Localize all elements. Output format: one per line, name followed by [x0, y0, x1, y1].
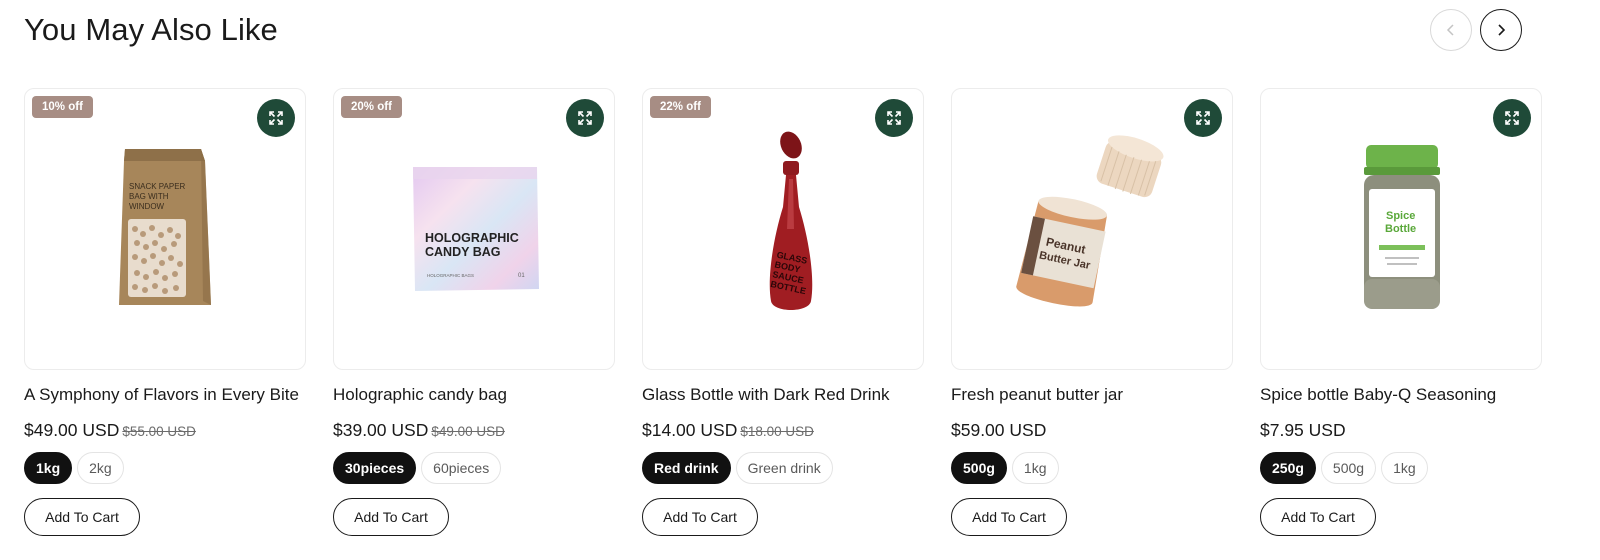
variant-option[interactable]: 1kg [1381, 452, 1428, 484]
sale-price: $14.00 USD [642, 420, 738, 440]
variant-option[interactable]: 500g [951, 452, 1007, 484]
product-card: Peanut Butter Jar Fresh peanut butter ja… [951, 88, 1233, 536]
svg-text:SNACK PAPER: SNACK PAPER [129, 182, 186, 191]
add-to-cart-button[interactable]: Add To Cart [333, 498, 449, 536]
variant-selector: Red drink Green drink [642, 452, 833, 484]
section-title: You May Also Like [24, 12, 278, 47]
variant-option[interactable]: 60pieces [421, 452, 502, 484]
variant-option[interactable]: 500g [1320, 452, 1377, 484]
quick-view-button[interactable] [875, 99, 913, 137]
expand-icon [1196, 111, 1210, 125]
product-title[interactable]: Spice bottle Baby-Q Seasoning [1260, 385, 1496, 405]
sale-price: $39.00 USD [333, 420, 429, 440]
add-to-cart-button[interactable]: Add To Cart [24, 498, 140, 536]
product-card: HOLOGRAPHIC CANDY BAG HOLOGRAPHIC BAGS 0… [333, 88, 615, 536]
svg-text:CANDY BAG: CANDY BAG [425, 245, 500, 259]
product-image-frame[interactable]: GLASS BODY SAUCE BOTTLE 22% off [642, 88, 924, 370]
product-card: SNACK PAPER BAG WITH WINDOW 10% off A Sy… [24, 88, 306, 536]
expand-icon [269, 111, 283, 125]
variant-selector: 250g 500g 1kg [1260, 452, 1428, 484]
svg-text:Spice: Spice [1386, 210, 1415, 222]
product-title[interactable]: Fresh peanut butter jar [951, 385, 1123, 405]
add-to-cart-button[interactable]: Add To Cart [642, 498, 758, 536]
variant-option[interactable]: 1kg [1011, 452, 1059, 484]
price-row: $39.00 USD $49.00 USD [333, 420, 505, 441]
quick-view-button[interactable] [1493, 99, 1531, 137]
discount-badge: 20% off [341, 96, 402, 118]
sale-price: $7.95 USD [1260, 420, 1346, 440]
price-row: $59.00 USD [951, 420, 1046, 441]
svg-text:BAG WITH: BAG WITH [129, 192, 169, 201]
product-image-frame[interactable]: Spice Bottle [1260, 88, 1542, 370]
discount-badge: 22% off [650, 96, 711, 118]
variant-selector: 500g 1kg [951, 452, 1059, 484]
product-card: GLASS BODY SAUCE BOTTLE 22% off Glass Bo… [642, 88, 924, 536]
variant-option[interactable]: Green drink [735, 452, 833, 484]
quick-view-button[interactable] [566, 99, 604, 137]
product-title[interactable]: A Symphony of Flavors in Every Bite [24, 385, 299, 405]
compare-price: $55.00 USD [122, 424, 196, 439]
add-to-cart-button[interactable]: Add To Cart [951, 498, 1067, 536]
product-image-frame[interactable]: SNACK PAPER BAG WITH WINDOW 10% off [24, 88, 306, 370]
svg-text:Bottle: Bottle [1385, 223, 1416, 235]
expand-icon [887, 111, 901, 125]
variant-selector: 30pieces 60pieces [333, 452, 502, 484]
compare-price: $49.00 USD [431, 424, 505, 439]
svg-text:HOLOGRAPHIC: HOLOGRAPHIC [425, 231, 519, 245]
discount-badge: 10% off [32, 96, 93, 118]
variant-option[interactable]: Red drink [642, 452, 731, 484]
compare-price: $18.00 USD [740, 424, 814, 439]
variant-selector: 1kg 2kg [24, 452, 124, 484]
price-row: $49.00 USD $55.00 USD [24, 420, 196, 441]
chevron-right-icon [1498, 24, 1506, 36]
sale-price: $59.00 USD [951, 420, 1047, 440]
price-row: $7.95 USD [1260, 420, 1346, 441]
variant-option[interactable]: 1kg [24, 452, 73, 484]
price-row: $14.00 USD $18.00 USD [642, 420, 814, 441]
variant-option[interactable]: 2kg [77, 452, 124, 484]
product-title[interactable]: Holographic candy bag [333, 385, 507, 405]
variant-option[interactable]: 250g [1260, 452, 1316, 484]
sale-price: $49.00 USD [24, 420, 120, 440]
svg-text:HOLOGRAPHIC BAGS: HOLOGRAPHIC BAGS [427, 273, 474, 278]
chevron-left-icon [1446, 24, 1454, 36]
carousel-next-button[interactable] [1480, 9, 1522, 51]
product-title[interactable]: Glass Bottle with Dark Red Drink [642, 385, 890, 405]
product-image-frame[interactable]: Peanut Butter Jar [951, 88, 1233, 370]
svg-text:01: 01 [518, 273, 525, 279]
product-card: Spice Bottle Spice bottle Baby-Q Seasoni… [1260, 88, 1542, 536]
quick-view-button[interactable] [257, 99, 295, 137]
svg-text:WINDOW: WINDOW [129, 202, 165, 211]
carousel-prev-button[interactable] [1430, 9, 1472, 51]
add-to-cart-button[interactable]: Add To Cart [1260, 498, 1376, 536]
variant-option[interactable]: 30pieces [333, 452, 417, 484]
quick-view-button[interactable] [1184, 99, 1222, 137]
expand-icon [1505, 111, 1519, 125]
expand-icon [578, 111, 592, 125]
product-image-frame[interactable]: HOLOGRAPHIC CANDY BAG HOLOGRAPHIC BAGS 0… [333, 88, 615, 370]
